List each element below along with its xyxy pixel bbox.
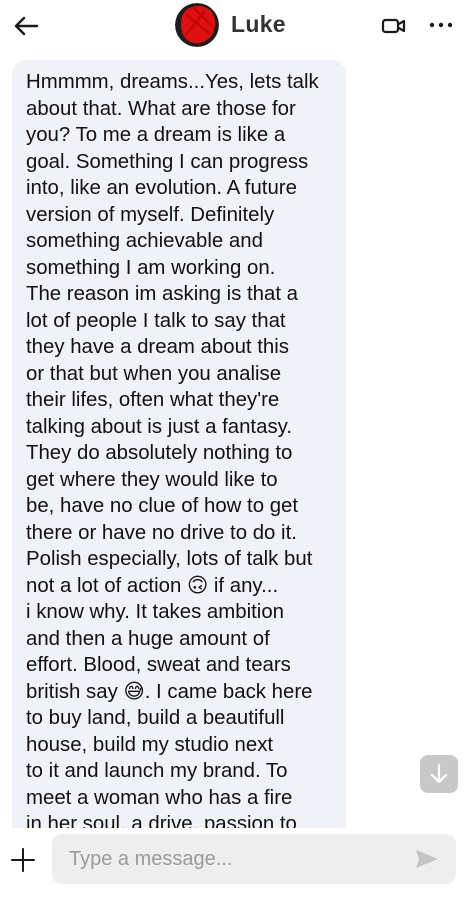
message-composer <box>0 828 464 905</box>
message-input-container <box>52 834 456 884</box>
message-text: Hmmmm, dreams...Yes, lets talk about tha… <box>26 71 319 828</box>
add-attachment-button[interactable] <box>8 845 38 875</box>
message-input[interactable] <box>52 834 402 884</box>
more-options-button[interactable] <box>424 10 458 40</box>
send-button[interactable] <box>412 846 442 872</box>
chat-header: Luke <box>0 0 464 52</box>
video-call-button[interactable] <box>378 12 410 40</box>
contact-name[interactable]: Luke <box>231 11 286 38</box>
incoming-message-bubble[interactable]: Hmmmm, dreams...Yes, lets talk about tha… <box>12 60 346 828</box>
arrow-down-icon <box>430 763 448 784</box>
arrow-left-icon <box>14 16 39 36</box>
avatar[interactable] <box>175 3 219 47</box>
back-button[interactable] <box>8 8 44 44</box>
scroll-to-bottom-button[interactable] <box>420 755 458 793</box>
avatar-redaction <box>175 3 219 47</box>
message-list[interactable]: Hmmmm, dreams...Yes, lets talk about tha… <box>0 52 464 828</box>
plus-icon <box>11 848 35 872</box>
video-camera-icon <box>381 18 406 34</box>
send-icon <box>416 850 438 868</box>
ellipsis-icon <box>429 22 453 28</box>
